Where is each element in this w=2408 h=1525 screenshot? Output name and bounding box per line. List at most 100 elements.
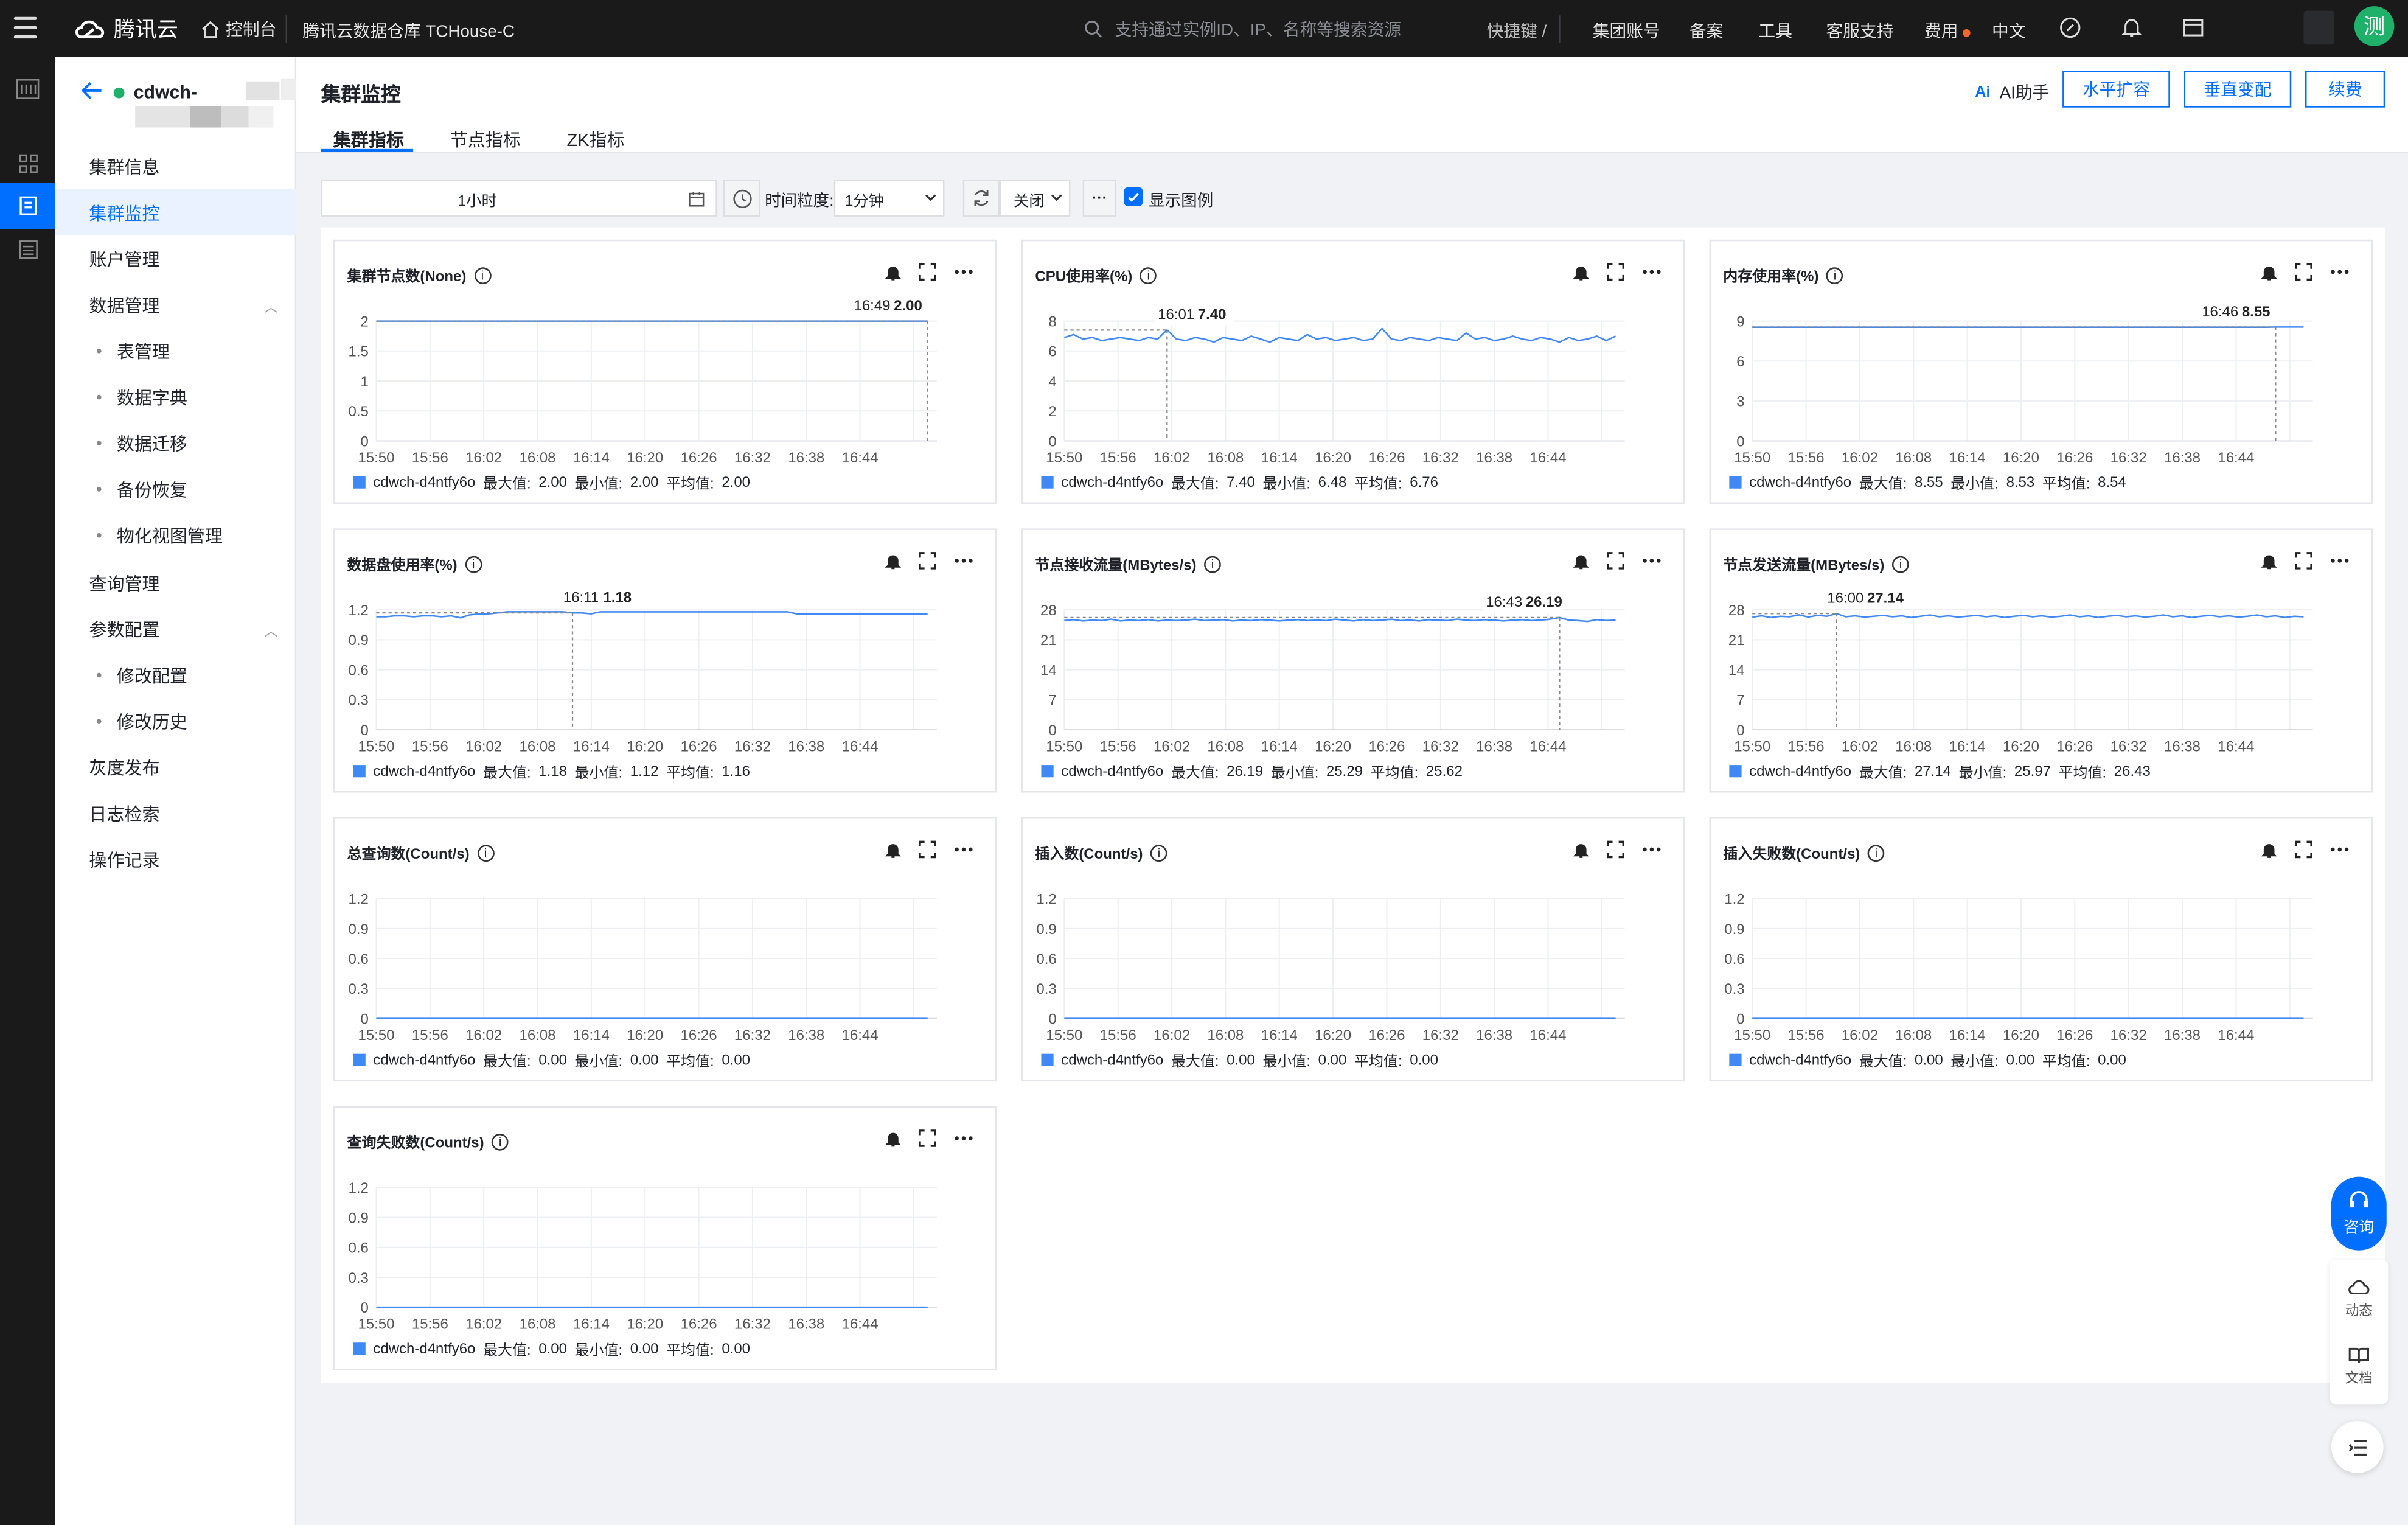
info-icon[interactable]: i [477, 844, 495, 861]
more-icon[interactable] [954, 557, 974, 564]
ticket-icon[interactable] [2181, 15, 2205, 40]
alarm-bell-icon[interactable] [885, 263, 902, 281]
more-icon[interactable] [954, 269, 974, 275]
dynamic-button[interactable]: 动态 [2330, 1278, 2388, 1319]
more-icon[interactable] [2330, 557, 2350, 564]
tab-node-metrics[interactable]: 节点指标 [450, 128, 521, 152]
line-chart[interactable]: 15:50 15:56 16:02 16:08 16:14 16:20 16:26 16:32… [1711, 296, 2371, 469]
global-search[interactable]: 支持通过实例ID、IP、名称等搜索资源 [1084, 17, 1401, 41]
alarm-bell-icon[interactable] [885, 1130, 902, 1147]
sidebar-item-op-records[interactable]: 操作记录 [89, 848, 159, 872]
chart-legend[interactable]: cdwch-d4ntfy6o 最大值: 0.00 最小值: 0.00 平均值: 0.00 [353, 1049, 750, 1070]
refresh-button[interactable] [962, 180, 1000, 217]
chart-legend[interactable]: cdwch-d4ntfy6o 最大值: 0.00 最小值: 0.00 平均值: 0.00 [1729, 1049, 2126, 1070]
auto-refresh-select[interactable]: 关闭 [1000, 180, 1071, 217]
sidebar-item-params[interactable]: 参数配置 [89, 618, 159, 642]
sidebar-item-mv-mgmt[interactable]: 物化视图管理 [117, 524, 223, 548]
chart-legend[interactable]: cdwch-d4ntfy6o 最大值: 7.40 最小值: 6.48 平均值: 6.76 [1041, 472, 1438, 493]
chart-legend[interactable]: cdwch-d4ntfy6o 最大值: 27.14 最小值: 25.97 平均值: 26.4… [1729, 761, 2151, 782]
line-chart[interactable]: 15:50 15:56 16:02 16:08 16:14 16:20 16:26 16:32… [1023, 585, 1683, 758]
sidebar-item-log-search[interactable]: 日志检索 [89, 802, 159, 826]
alarm-bell-icon[interactable] [1573, 263, 1590, 281]
clock-button[interactable] [723, 180, 760, 217]
line-chart[interactable]: 15:50 15:56 16:02 16:08 16:14 16:20 16:26 16:32… [1711, 585, 2371, 758]
back-arrow-icon[interactable] [81, 82, 103, 100]
fullscreen-icon[interactable] [919, 263, 937, 281]
chart-legend[interactable]: cdwch-d4ntfy6o 最大值: 8.55 最小值: 8.53 平均值: 8.54 [1729, 472, 2126, 493]
nav-support[interactable]: 客服支持 [1826, 18, 1893, 43]
line-chart[interactable]: 15:50 15:56 16:02 16:08 16:14 16:20 16:26 16:32… [335, 874, 995, 1046]
chart-legend[interactable]: cdwch-d4ntfy6o 最大值: 26.19 最小值: 25.29 平均值: 25.6… [1041, 761, 1463, 782]
info-icon[interactable]: i [1826, 266, 1843, 284]
alarm-bell-icon[interactable] [885, 841, 902, 858]
alarm-bell-icon[interactable] [885, 552, 902, 569]
docs-button[interactable]: 文档 [2330, 1345, 2388, 1387]
nav-billing[interactable]: 费用 [1924, 18, 1971, 43]
chevron-up-icon[interactable]: ︿ [264, 296, 278, 316]
chart-legend[interactable]: cdwch-d4ntfy6o 最大值: 2.00 最小值: 2.00 平均值: 2.00 [353, 472, 750, 493]
sidebar-item-modify-history[interactable]: 修改历史 [117, 710, 187, 734]
rail-list-icon[interactable] [14, 235, 41, 262]
console-link[interactable]: 控制台 [201, 17, 276, 41]
chart-legend[interactable]: cdwch-d4ntfy6o 最大值: 1.18 最小值: 1.12 平均值: 1.16 [353, 761, 750, 782]
info-icon[interactable]: i [1868, 844, 1885, 861]
info-icon[interactable]: i [473, 266, 491, 284]
line-chart[interactable]: 15:50 15:56 16:02 16:08 16:14 16:20 16:26 16:32… [335, 296, 995, 469]
line-chart[interactable]: 15:50 15:56 16:02 16:08 16:14 16:20 16:26 16:32… [335, 585, 995, 758]
more-icon[interactable] [1641, 557, 1662, 564]
sidebar-item-data-dict[interactable]: 数据字典 [117, 386, 187, 410]
info-icon[interactable]: i [1204, 555, 1221, 573]
sidebar-item-modify-config[interactable]: 修改配置 [117, 663, 187, 688]
rail-overview-icon[interactable] [14, 75, 41, 103]
fullscreen-icon[interactable] [2294, 551, 2312, 570]
sidebar-item-gray-release[interactable]: 灰度发布 [89, 756, 159, 780]
nav-language[interactable]: 中文 [1992, 18, 2026, 43]
sidebar-item-cluster-monitor[interactable]: 集群监控 [89, 201, 159, 226]
sidebar-item-data-migration[interactable]: 数据迁移 [117, 431, 187, 456]
brand-logo[interactable]: 腾讯云 [74, 14, 178, 44]
sidebar-item-data-mgmt[interactable]: 数据管理 [89, 293, 159, 318]
more-icon[interactable] [954, 1135, 974, 1141]
sidebar-item-query-mgmt[interactable]: 查询管理 [89, 571, 159, 596]
rail-cluster-icon[interactable] [0, 183, 55, 229]
line-chart[interactable]: 15:50 15:56 16:02 16:08 16:14 16:20 16:26 16:32… [335, 1163, 995, 1335]
tab-cluster-metrics[interactable]: 集群指标 [333, 128, 404, 152]
renew-button[interactable]: 续费 [2305, 71, 2385, 108]
chart-legend[interactable]: cdwch-d4ntfy6o 最大值: 0.00 最小值: 0.00 平均值: 0.00 [1041, 1049, 1438, 1070]
vertical-scale-button[interactable]: 垂直变配 [2184, 71, 2292, 108]
collapse-toolbar-button[interactable] [2331, 1420, 2384, 1473]
ai-assistant-button[interactable]: Ai AI助手 [1975, 80, 2049, 104]
more-icon[interactable] [2330, 269, 2350, 275]
scale-out-button[interactable]: 水平扩容 [2062, 71, 2170, 108]
nav-filing[interactable]: 备案 [1689, 18, 1724, 43]
fullscreen-icon[interactable] [1606, 840, 1624, 859]
tab-zk-metrics[interactable]: ZK指标 [566, 128, 624, 152]
sidebar-item-table-mgmt[interactable]: 表管理 [117, 340, 170, 364]
line-chart[interactable]: 15:50 15:56 16:02 16:08 16:14 16:20 16:26 16:32… [1023, 296, 1683, 469]
nav-tools[interactable]: 工具 [1758, 18, 1792, 43]
alarm-bell-icon[interactable] [1573, 841, 1590, 858]
fullscreen-icon[interactable] [919, 1129, 937, 1147]
more-button[interactable]: ··· [1082, 180, 1117, 217]
granularity-select[interactable]: 1分钟 [833, 180, 945, 217]
bell-icon[interactable] [2120, 15, 2144, 40]
sidebar-item-cluster-info[interactable]: 集群信息 [89, 155, 159, 180]
more-icon[interactable] [1641, 846, 1662, 853]
line-chart[interactable]: 15:50 15:56 16:02 16:08 16:14 16:20 16:26 16:32… [1711, 874, 2371, 1046]
link-icon[interactable] [2058, 15, 2083, 40]
fullscreen-icon[interactable] [1606, 551, 1624, 570]
info-icon[interactable]: i [465, 555, 482, 573]
rail-dashboard-icon[interactable] [14, 149, 41, 176]
fullscreen-icon[interactable] [1606, 263, 1624, 281]
more-icon[interactable] [954, 846, 974, 853]
fullscreen-icon[interactable] [919, 551, 937, 570]
info-icon[interactable]: i [1892, 555, 1909, 573]
sidebar-item-backup[interactable]: 备份恢复 [117, 478, 187, 502]
legend-checkbox[interactable] [1124, 187, 1143, 206]
menu-icon[interactable] [13, 16, 37, 39]
chart-legend[interactable]: cdwch-d4ntfy6o 最大值: 0.00 最小值: 0.00 平均值: 0.00 [353, 1338, 750, 1359]
time-range-picker[interactable]: 1小时 [321, 180, 717, 217]
chevron-up-icon[interactable]: ︿ [264, 621, 278, 641]
fullscreen-icon[interactable] [2294, 840, 2312, 859]
info-icon[interactable]: i [492, 1132, 509, 1150]
